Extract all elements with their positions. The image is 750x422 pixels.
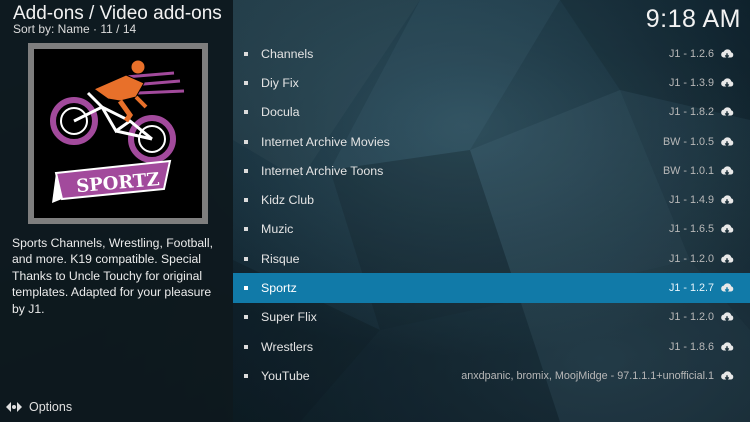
addon-version: J1 - 1.8.2 xyxy=(668,106,714,119)
addon-name: Risque xyxy=(261,251,300,266)
bullet-icon xyxy=(244,373,248,378)
addon-row[interactable]: Docula J1 - 1.8.2 xyxy=(233,98,750,127)
addon-name: Internet Archive Movies xyxy=(261,134,390,149)
addon-name: Kidz Club xyxy=(261,193,315,208)
addon-name: Super Flix xyxy=(261,310,317,325)
addon-version: anxdpanic, bromix, MoojMidge - 97.1.1.1+… xyxy=(461,369,714,382)
addon-name: Muzic xyxy=(261,222,294,237)
addon-version: BW - 1.0.5 xyxy=(662,135,714,148)
addon-name: Internet Archive Toons xyxy=(261,163,384,178)
cloud-download-icon xyxy=(721,195,734,205)
addon-row[interactable]: Diy Fix J1 - 1.3.9 xyxy=(233,68,750,97)
addon-description: Sports Channels, Wrestling, Football, an… xyxy=(12,236,213,316)
bullet-icon xyxy=(244,198,248,203)
addon-name: Sportz xyxy=(261,281,297,296)
cloud-download-icon xyxy=(721,166,734,176)
bullet-icon xyxy=(244,80,248,85)
cloud-download-icon xyxy=(721,371,734,381)
options-button[interactable]: Options xyxy=(6,399,72,415)
addon-row[interactable]: Risque J1 - 1.2.0 xyxy=(233,244,750,273)
addon-version: J1 - 1.4.9 xyxy=(668,194,714,207)
bullet-icon xyxy=(244,110,248,115)
bullet-icon xyxy=(244,168,248,173)
addon-row[interactable]: Super Flix J1 - 1.2.0 xyxy=(233,303,750,332)
addon-version: J1 - 1.2.7 xyxy=(668,282,714,295)
addon-row[interactable]: Wrestlers J1 - 1.8.6 xyxy=(233,332,750,361)
addon-row[interactable]: Channels J1 - 1.2.6 xyxy=(233,39,750,68)
cloud-download-icon xyxy=(721,136,734,146)
addon-version: J1 - 1.2.6 xyxy=(668,47,714,60)
sort-indicator[interactable]: Sort by: Name · 11 / 14 xyxy=(13,22,136,36)
addon-poster: SPORTZ xyxy=(28,43,208,224)
sportz-logo: SPORTZ xyxy=(50,59,185,203)
cloud-download-icon xyxy=(721,224,734,234)
bullet-icon xyxy=(244,286,248,291)
addon-row[interactable]: Kidz Club J1 - 1.4.9 xyxy=(233,185,750,214)
addon-list: Channels J1 - 1.2.6 Diy Fix J1 - 1.3.9 Docul… xyxy=(233,39,750,391)
cloud-download-icon xyxy=(721,341,734,351)
addon-row[interactable]: Internet Archive Toons BW - 1.0.1 xyxy=(233,156,750,185)
cloud-download-icon xyxy=(721,107,734,117)
cloud-download-icon xyxy=(721,254,734,263)
addon-row[interactable]: YouTube anxdpanic, bromix, MoojMidge - 97… xyxy=(233,361,750,390)
addon-name: Wrestlers xyxy=(261,339,314,354)
addon-version: J1 - 1.2.0 xyxy=(668,311,714,324)
addon-version: J1 - 1.3.9 xyxy=(668,76,714,89)
bullet-icon xyxy=(244,256,248,261)
cloud-download-icon xyxy=(721,283,734,293)
addon-row[interactable]: Internet Archive Movies BW - 1.0.5 xyxy=(233,127,750,156)
addon-name: YouTube xyxy=(261,368,310,383)
addon-row[interactable]: Sportz J1 - 1.2.7 xyxy=(233,273,750,303)
bullet-icon xyxy=(244,344,248,349)
cloud-download-icon xyxy=(721,312,734,322)
addon-row[interactable]: Muzic J1 - 1.6.5 xyxy=(233,215,750,244)
addon-name: Channels xyxy=(261,46,314,61)
bullet-icon xyxy=(244,51,248,56)
cloud-download-icon xyxy=(721,78,734,88)
cloud-download-icon xyxy=(721,48,734,58)
bullet-icon xyxy=(244,315,248,320)
addon-version: J1 - 1.2.0 xyxy=(668,252,714,265)
addon-name: Diy Fix xyxy=(261,75,299,90)
addon-version: J1 - 1.6.5 xyxy=(668,223,714,236)
addon-version: J1 - 1.8.6 xyxy=(668,340,714,353)
bullet-icon xyxy=(244,139,248,144)
addon-version: BW - 1.0.1 xyxy=(662,164,714,177)
bullet-icon xyxy=(244,227,248,232)
clock: 9:18 AM xyxy=(645,5,741,33)
options-label: Options xyxy=(29,400,73,414)
addon-name: Docula xyxy=(261,105,300,120)
options-icon xyxy=(6,402,22,412)
